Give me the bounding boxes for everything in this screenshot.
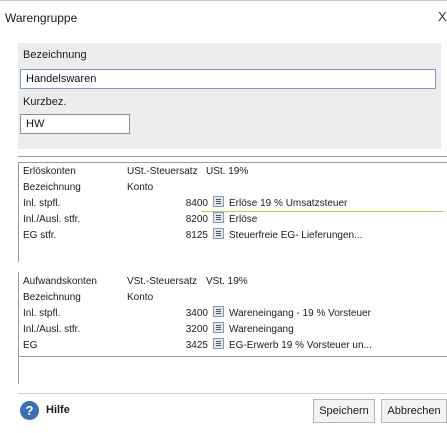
account-lookup-icon[interactable] — [213, 212, 224, 223]
konto-description: Wareneingang - 19 % Vorsteuer — [229, 308, 371, 319]
save-button[interactable]: Speichern — [313, 399, 375, 423]
table-border — [19, 162, 447, 163]
aufwand-header-col3: VSt. 19% — [206, 276, 248, 287]
account-lookup-icon[interactable] — [213, 338, 224, 349]
aufwand-header-col2: VSt.-Steuersatz — [127, 276, 198, 287]
table-row: Inl./Ausl. stfr. 8200 Erlöse — [19, 212, 444, 228]
aufwand-header-col1: Aufwandskonten — [23, 276, 97, 287]
konto-value[interactable]: 3425 — [162, 338, 208, 354]
konto-description: Steuerfreie EG- Lieferungen... — [229, 230, 363, 241]
aufwand-subheader-col2: Konto — [127, 292, 154, 303]
kurzbez-input[interactable]: HW — [20, 114, 130, 134]
table-row: Inl. stpfl. 3400 Wareneingang - 19 % Vor… — [19, 306, 444, 322]
erloeskonten-table: Erlöskonten USt.-Steuersatz USt. 19% Bez… — [18, 162, 447, 262]
konto-value[interactable]: 8200 — [162, 212, 208, 228]
row-label: Inl. stpfl. — [23, 308, 61, 319]
row-label: EG stfr. — [23, 230, 57, 241]
row-label: Inl./Ausl. stfr. — [23, 324, 81, 335]
window-title: Warengruppe — [5, 11, 78, 25]
erloes-header-col1: Erlöskonten — [23, 166, 76, 177]
title-bar: Warengruppe X — [0, 0, 447, 30]
table-border — [19, 356, 447, 357]
konto-description: EG-Erwerb 19 % Vorsteuer un... — [229, 340, 372, 351]
cancel-button[interactable]: Abbrechen — [381, 399, 447, 423]
row-label: EG — [23, 340, 38, 351]
close-icon[interactable]: X — [438, 9, 447, 24]
aufwandskonten-table: Aufwandskonten VSt.-Steuersatz VSt. 19% … — [18, 272, 447, 384]
table-row: Inl./Ausl. stfr. 3200 Wareneingang — [19, 322, 444, 338]
konto-value[interactable]: 3200 — [162, 322, 208, 338]
erloes-header-row: Erlöskonten USt.-Steuersatz USt. 19% — [19, 164, 444, 180]
table-row: EG 3425 EG-Erwerb 19 % Vorsteuer un... — [19, 338, 444, 354]
table-row: EG stfr. 8125 Steuerfreie EG- Lieferunge… — [19, 228, 444, 244]
kurzbez-label: Kurzbez. — [23, 96, 67, 108]
aufwand-subheader-col1: Bezeichnung — [23, 292, 81, 303]
section-divider — [18, 156, 447, 157]
konto-description: Erlöse — [229, 214, 258, 225]
konto-description: Erlöse 19 % Umsatzsteuer — [229, 198, 348, 209]
row-label: Inl./Ausl. stfr. — [23, 214, 81, 225]
row-label: Inl. stpfl. — [23, 198, 61, 209]
konto-value[interactable]: 3400 — [162, 306, 208, 322]
konto-value[interactable]: 8400 — [162, 196, 208, 212]
erloes-header-col3: USt. 19% — [206, 166, 249, 177]
footer-divider — [18, 393, 447, 394]
erloes-subheader-col1: Bezeichnung — [23, 182, 81, 193]
account-lookup-icon[interactable] — [213, 228, 224, 239]
account-lookup-icon[interactable] — [213, 306, 224, 317]
bezeichnung-input[interactable]: Handelswaren — [20, 69, 436, 89]
general-panel: Bezeichnung Handelswaren Kurzbez. HW — [18, 43, 441, 149]
erloes-subheader-row: Bezeichnung Konto — [19, 180, 444, 196]
help-icon[interactable]: ? — [20, 401, 39, 420]
help-link[interactable]: Hilfe — [46, 404, 70, 416]
account-lookup-icon[interactable] — [213, 322, 224, 333]
table-row: Inl. stpfl. 8400 Erlöse 19 % Umsatzsteue… — [19, 196, 444, 212]
konto-description: Wareneingang — [229, 324, 294, 335]
account-lookup-icon[interactable] — [213, 196, 224, 207]
erloes-subheader-col2: Konto — [127, 182, 154, 193]
aufwand-header-row: Aufwandskonten VSt.-Steuersatz VSt. 19% — [19, 274, 444, 290]
konto-value[interactable]: 8125 — [162, 228, 208, 244]
warengruppe-dialog: Warengruppe X Bezeichnung Handelswaren K… — [0, 0, 447, 433]
aufwand-subheader-row: Bezeichnung Konto — [19, 290, 444, 306]
bezeichnung-label: Bezeichnung — [23, 49, 87, 61]
erloes-header-col2: USt.-Steuersatz — [127, 166, 198, 177]
